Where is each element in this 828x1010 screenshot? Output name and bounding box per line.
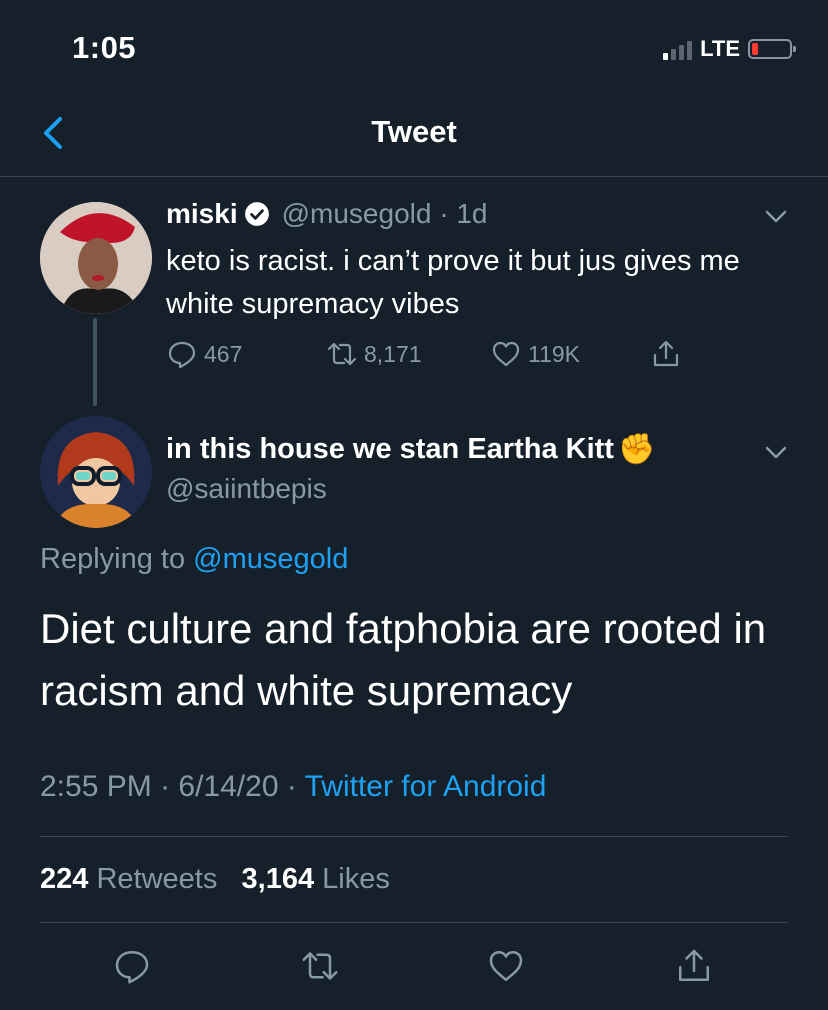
network-label: LTE bbox=[700, 36, 740, 61]
divider bbox=[40, 836, 788, 837]
heart-icon bbox=[492, 341, 520, 367]
page-title: Tweet bbox=[371, 114, 457, 149]
like-button[interactable]: 119K bbox=[490, 338, 650, 370]
separator-dot: · bbox=[151, 770, 179, 803]
parent-tweet-header: miski @musegold · 1d bbox=[166, 198, 488, 230]
tweet-metadata: 2:55 PM · 6/14/20 · Twitter for Android bbox=[40, 770, 546, 804]
tweet-text: Diet culture and fatphobia are rooted in… bbox=[40, 605, 767, 714]
avatar-image bbox=[40, 416, 152, 528]
replying-prefix: Replying to bbox=[40, 543, 186, 575]
separator-dot: · bbox=[278, 770, 305, 803]
divider bbox=[40, 922, 788, 923]
retweet-icon bbox=[302, 952, 338, 980]
thread-line bbox=[93, 318, 97, 406]
share-icon bbox=[653, 340, 679, 367]
header-divider bbox=[0, 176, 828, 177]
reply-button[interactable] bbox=[112, 946, 152, 986]
reply-icon bbox=[115, 951, 149, 984]
reply-button[interactable]: 467 bbox=[166, 338, 326, 370]
verified-badge-icon bbox=[244, 202, 269, 226]
raised-fist-emoji: ✊ bbox=[617, 433, 656, 466]
reply-count: 467 bbox=[204, 340, 243, 367]
status-indicators: LTE bbox=[663, 36, 796, 62]
tweet-text: keto is racist. i can’t prove it but jus… bbox=[166, 245, 740, 320]
tweet-time: 2:55 PM bbox=[40, 770, 152, 803]
author-name[interactable]: miski bbox=[166, 198, 238, 230]
retweets-label: Retweets bbox=[96, 863, 218, 895]
retweet-count: 8,171 bbox=[364, 340, 422, 367]
tweet-source-link[interactable]: Twitter for Android bbox=[305, 770, 547, 803]
like-count: 119K bbox=[528, 340, 581, 367]
more-options-button[interactable] bbox=[762, 202, 790, 230]
tweet-date: 6/14/20 bbox=[178, 770, 279, 803]
like-button[interactable] bbox=[486, 946, 526, 986]
engagement-stats: 224 Retweets 3,164 Likes bbox=[40, 863, 390, 896]
likes-stat[interactable]: 3,164 Likes bbox=[242, 863, 390, 895]
retweet-icon bbox=[327, 342, 357, 366]
more-options-button[interactable] bbox=[762, 438, 790, 466]
author-handle[interactable]: @saiintbepis bbox=[166, 473, 327, 505]
tweet-action-bar bbox=[0, 946, 828, 994]
status-time: 1:05 bbox=[72, 30, 137, 65]
retweet-button[interactable]: 8,171 bbox=[326, 338, 490, 370]
main-tweet-author: in this house we stan Eartha Kitt ✊ bbox=[166, 432, 655, 467]
share-icon bbox=[679, 949, 709, 981]
avatar-image bbox=[40, 202, 152, 314]
author-handle[interactable]: @musegold bbox=[282, 198, 432, 229]
retweet-count: 224 bbox=[40, 863, 89, 895]
author-name[interactable]: in this house we stan Eartha Kitt bbox=[166, 433, 614, 466]
tweet-age: 1d bbox=[456, 198, 488, 229]
share-button[interactable] bbox=[674, 946, 714, 986]
heart-icon bbox=[489, 951, 523, 981]
likes-label: Likes bbox=[322, 863, 390, 895]
tweet-actions: 467 8,171 119K bbox=[166, 338, 682, 370]
avatar[interactable] bbox=[40, 416, 152, 528]
share-button[interactable] bbox=[650, 338, 682, 370]
replying-to: Replying to @musegold bbox=[40, 543, 348, 576]
replying-to-link[interactable]: @musegold bbox=[193, 543, 348, 575]
battery-icon bbox=[748, 39, 796, 59]
chevron-down-icon bbox=[765, 210, 787, 223]
chevron-down-icon bbox=[765, 446, 787, 459]
signal-icon bbox=[663, 38, 693, 60]
like-count: 3,164 bbox=[241, 863, 315, 895]
separator-dot: · bbox=[431, 198, 457, 229]
avatar[interactable] bbox=[40, 202, 152, 314]
reply-icon bbox=[168, 341, 196, 369]
retweets-stat[interactable]: 224 Retweets bbox=[40, 863, 217, 895]
retweet-button[interactable] bbox=[300, 946, 340, 986]
